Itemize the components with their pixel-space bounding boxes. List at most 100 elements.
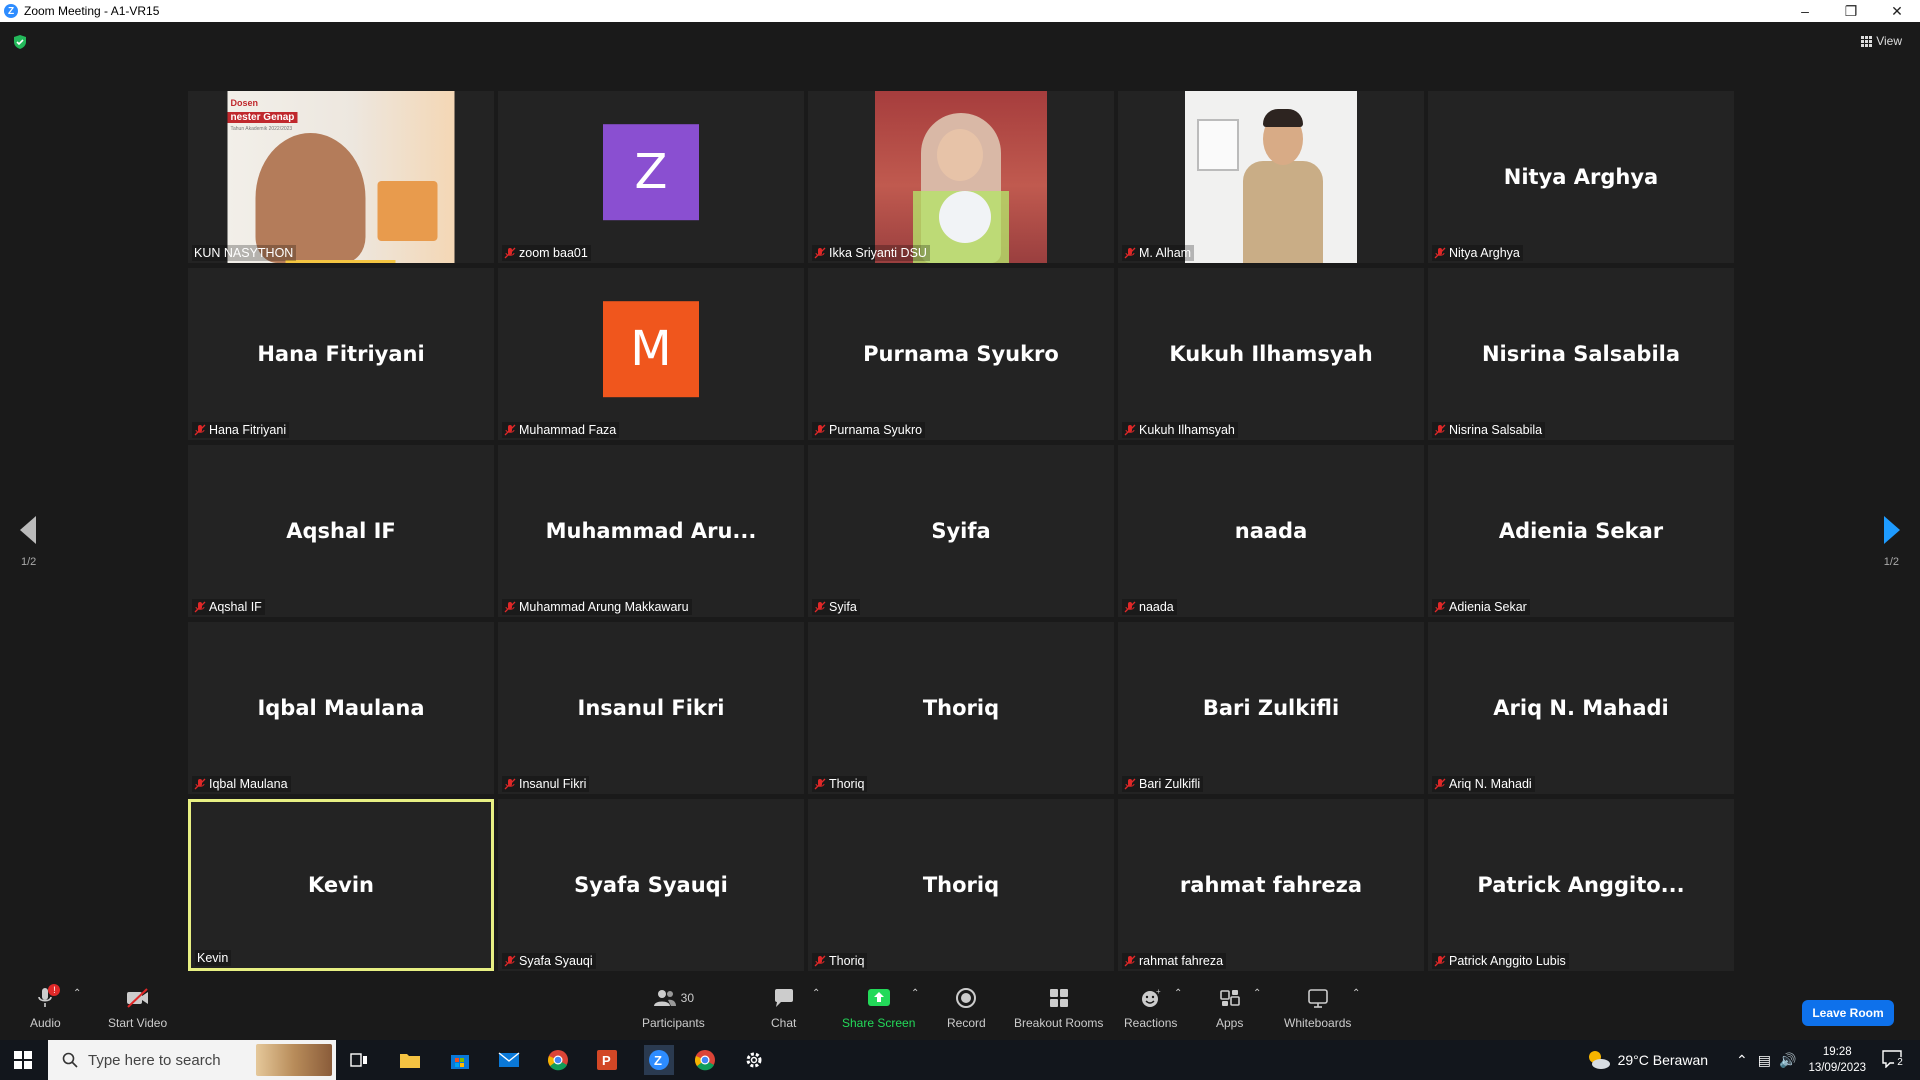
participants-button[interactable]: 30 Participants [642, 986, 705, 1030]
participant-tile[interactable]: Ikka Sriyanti DSU [808, 91, 1114, 263]
chrome-profile-icon[interactable] [693, 1048, 717, 1072]
muted-microphone-icon [194, 778, 206, 790]
windows-logo-icon [14, 1051, 32, 1069]
mail-icon[interactable] [497, 1048, 521, 1072]
chat-button[interactable]: Chat [771, 986, 796, 1030]
chat-options-caret-icon[interactable]: ⌃ [812, 988, 820, 999]
participant-tile[interactable]: Adienia Sekar Adienia Sekar [1428, 445, 1734, 617]
close-button[interactable]: ✕ [1874, 0, 1920, 22]
encryption-shield-icon[interactable] [12, 34, 28, 50]
reactions-button[interactable]: + Reactions [1124, 986, 1177, 1030]
participant-name: Purnama Syukro [829, 423, 923, 437]
restore-button[interactable]: ❐ [1828, 0, 1874, 22]
reactions-options-caret-icon[interactable]: ⌃ [1174, 988, 1182, 999]
participant-tile[interactable]: Hana Fitriyani Hana Fitriyani [188, 268, 494, 440]
participant-name-label: Ikka Sriyanti DSU [812, 245, 930, 261]
minimize-button[interactable]: – [1782, 0, 1828, 22]
taskbar-search-box[interactable]: Type here to search [48, 1040, 336, 1080]
task-view-icon[interactable] [347, 1048, 371, 1072]
participant-name-label: Thoriq [812, 953, 868, 969]
audio-button[interactable]: ! Audio [30, 984, 61, 1030]
participant-tile[interactable]: Ariq N. Mahadi Ariq N. Mahadi [1428, 622, 1734, 794]
muted-microphone-icon [504, 247, 516, 259]
whiteboards-options-caret-icon[interactable]: ⌃ [1352, 988, 1360, 999]
participant-tile[interactable]: Syifa Syifa [808, 445, 1114, 617]
participant-name: Thoriq [829, 777, 865, 791]
record-button[interactable]: Record [947, 986, 986, 1030]
leave-room-button[interactable]: Leave Room [1802, 1000, 1894, 1026]
breakout-rooms-button[interactable]: Breakout Rooms [1014, 986, 1103, 1030]
audio-options-caret-icon[interactable]: ⌃ [73, 988, 81, 999]
participant-name-label: Syifa [812, 599, 860, 615]
slide-overlay: Dosen nester Genap Tahun Akademik 2022/202… [227, 91, 455, 132]
participant-display-name: Ariq N. Mahadi [1493, 696, 1669, 720]
participant-name-label: Syafa Syauqi [502, 953, 596, 969]
participant-tile[interactable]: Dosen nester Genap Tahun Akademik 2022/202… [188, 91, 494, 263]
participant-name-label: KUN NASYTHON [192, 245, 297, 261]
participant-tile[interactable]: Kukuh Ilhamsyah Kukuh Ilhamsyah [1118, 268, 1424, 440]
participant-display-name: naada [1234, 519, 1308, 543]
windows-start-button[interactable] [0, 1040, 46, 1080]
participant-name-label: M. Alham [1122, 245, 1195, 261]
participant-tile[interactable]: Thoriq Thoriq [808, 799, 1114, 971]
participant-tile[interactable]: Aqshal IF Aqshal IF [188, 445, 494, 617]
clock[interactable]: 19:28 13/09/2023 [1808, 1044, 1866, 1076]
muted-microphone-icon [814, 424, 826, 436]
apps-options-caret-icon[interactable]: ⌃ [1253, 988, 1261, 999]
apps-button[interactable]: Apps [1216, 986, 1243, 1030]
show-hidden-icons-icon[interactable]: ⌃ [1736, 1052, 1748, 1069]
participant-tile[interactable]: M Muhammad Faza [498, 268, 804, 440]
muted-microphone-icon [1434, 247, 1446, 259]
system-tray: 29°C Berawan ⌃ ▤ 🔊 19:28 13/09/2023 2 [1586, 1040, 1920, 1080]
window-title: Zoom Meeting - A1-VR15 [24, 4, 160, 18]
previous-page-arrow-icon[interactable] [20, 516, 36, 544]
participant-avatar: M [603, 301, 699, 398]
volume-icon[interactable]: 🔊 [1779, 1052, 1796, 1069]
participant-name: Nisrina Salsabila [1449, 423, 1543, 437]
participant-name-label: Kevin [195, 950, 232, 966]
participant-tile[interactable]: Thoriq Thoriq [808, 622, 1114, 794]
participant-tile[interactable]: Patrick Anggito... Patrick Anggito Lubis [1428, 799, 1734, 971]
share-options-caret-icon[interactable]: ⌃ [911, 988, 919, 999]
notification-count: 2 [1894, 1056, 1906, 1068]
participant-tile[interactable]: rahmat fahreza rahmat fahreza [1118, 799, 1424, 971]
participant-tile[interactable]: Nisrina Salsabila Nisrina Salsabila [1428, 268, 1734, 440]
participant-tile[interactable]: Insanul Fikri Insanul Fikri [498, 622, 804, 794]
settings-gear-icon[interactable] [742, 1048, 766, 1072]
share-screen-button[interactable]: Share Screen [842, 986, 915, 1030]
whiteboards-button[interactable]: Whiteboards [1284, 986, 1351, 1030]
participant-tile[interactable]: Bari Zulkifli Bari Zulkifli [1118, 622, 1424, 794]
microsoft-store-icon[interactable] [448, 1048, 472, 1072]
view-label: View [1876, 34, 1902, 48]
zoom-logo-icon: Z [4, 4, 18, 18]
participant-tile[interactable]: Muhammad Aru... Muhammad Arung Makkawaru [498, 445, 804, 617]
notifications-button[interactable]: 2 [1882, 1049, 1910, 1071]
network-icon[interactable]: ▤ [1758, 1052, 1771, 1069]
participant-tile[interactable]: Nitya Arghya Nitya Arghya [1428, 91, 1734, 263]
participant-tile[interactable]: M. Alham [1118, 91, 1424, 263]
next-page-arrow-icon[interactable] [1884, 516, 1900, 544]
participant-tile[interactable]: Iqbal Maulana Iqbal Maulana [188, 622, 494, 794]
chrome-icon[interactable] [546, 1048, 570, 1072]
participant-name: Aqshal IF [209, 600, 262, 614]
participant-tile[interactable]: naada naada [1118, 445, 1424, 617]
person-hair [1263, 109, 1303, 127]
powerpoint-icon[interactable]: P [595, 1048, 619, 1072]
participant-tile[interactable]: Syafa Syauqi Syafa Syauqi [498, 799, 804, 971]
participant-name-label: Purnama Syukro [812, 422, 926, 438]
muted-microphone-icon [814, 778, 826, 790]
participant-name-label: naada [1122, 599, 1177, 615]
view-button[interactable]: View [1861, 34, 1902, 48]
participant-tile[interactable]: Zzoom baa01 [498, 91, 804, 263]
weather-icon[interactable] [1586, 1049, 1612, 1071]
start-video-button[interactable]: Start Video [108, 986, 167, 1030]
participant-name: Ikka Sriyanti DSU [829, 246, 927, 260]
file-explorer-icon[interactable] [398, 1048, 422, 1072]
weather-text[interactable]: 29°C Berawan [1618, 1052, 1708, 1068]
participant-tile[interactable]: Kevin Kevin [188, 799, 494, 971]
participant-tile[interactable]: Purnama Syukro Purnama Syukro [808, 268, 1114, 440]
muted-microphone-icon [1434, 601, 1446, 613]
participant-name-label: Bari Zulkifli [1122, 776, 1204, 792]
muted-microphone-icon [1434, 778, 1446, 790]
zoom-taskbar-icon[interactable]: Z [644, 1045, 674, 1075]
